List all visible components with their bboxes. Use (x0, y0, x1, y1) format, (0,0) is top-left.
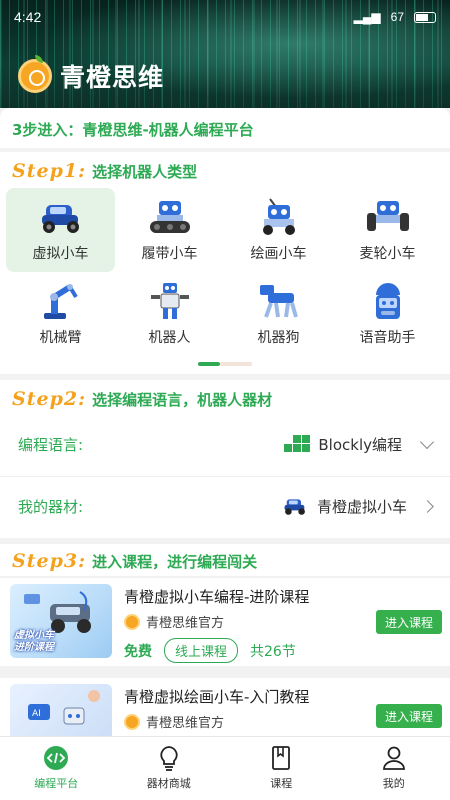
course-meta: 免费 线上课程 共26节 (124, 638, 296, 663)
course-card[interactable]: 虚拟小车 进阶课程 青橙虚拟小车编程-进阶课程 青橙思维官方 免费 线上课程 共… (0, 578, 450, 666)
tab-label: 器材商城 (146, 777, 191, 790)
robot-type-label: 语音助手 (359, 330, 416, 346)
author-name: 青橙思维官方 (146, 616, 225, 631)
course-lessons: 共26节 (250, 643, 296, 660)
step2-section: Step2: 选择编程语言，机器人器材 编程语言: Blockly编程 我的器材… (0, 380, 450, 538)
brand: 青橙思维 (18, 55, 165, 94)
step3-desc: 进入课程，进行编程闯关 (92, 553, 258, 571)
robot-type-virtual-car[interactable]: 虚拟小车 (6, 188, 115, 272)
voice-assistant-icon (375, 283, 400, 319)
status-time: 4:42 (14, 9, 42, 25)
battery-level: 67 (390, 10, 404, 24)
step3-section: Step3: 进入课程，进行编程闯关 虚拟小车 进阶课程 青橙虚拟小车编程-进阶… (0, 544, 450, 766)
tab-label: 我的 (382, 777, 405, 790)
tab-label: 课程 (270, 777, 293, 790)
chevron-down-icon (419, 434, 435, 449)
lightbulb-icon (160, 746, 178, 771)
battery-icon (414, 11, 436, 23)
virtual-car-icon (284, 499, 305, 515)
robot-type-label: 麦轮小车 (359, 246, 416, 262)
step2-desc: 选择编程语言，机器人器材 (92, 391, 273, 409)
course-price: 免费 (124, 643, 152, 660)
virtual-car-icon (41, 205, 79, 233)
step3-tag: Step3: (12, 550, 87, 572)
tab-courses[interactable]: 课程 (225, 737, 338, 800)
page-indicator-active (198, 362, 220, 366)
robot-icon (150, 283, 189, 319)
drawing-car-icon (262, 198, 295, 235)
author-name: 青橙思维官方 (146, 716, 225, 731)
enter-course-button[interactable]: 进入课程 (376, 704, 442, 728)
tab-label: 编程平台 (34, 777, 79, 790)
tab-programming-platform[interactable]: 编程平台 (0, 737, 113, 800)
robot-type-robot[interactable]: 机器人 (115, 272, 224, 356)
course-author: 青橙思维官方 (124, 612, 224, 631)
device-label: 我的器材: (18, 497, 84, 516)
svg-text:AI: AI (32, 709, 41, 719)
robot-type-label: 机器人 (148, 330, 191, 346)
robot-type-label: 绘画小车 (250, 246, 307, 262)
robot-type-drawing-car[interactable]: 绘画小车 (224, 188, 333, 272)
mecanum-car-icon (366, 201, 409, 231)
robot-type-label: 机器狗 (257, 330, 300, 346)
intro-text: 3步进入：青橙思维-机器人编程平台 (12, 121, 254, 139)
step2-tag: Step2: (12, 388, 87, 410)
chevron-right-icon (421, 499, 434, 513)
course-author: 青橙思维官方 (124, 712, 224, 731)
step1-title: Step1: 选择机器人类型 (12, 160, 197, 182)
step1-desc: 选择机器人类型 (92, 163, 198, 181)
robot-type-label: 机械臂 (39, 330, 82, 346)
device-value: 青橙虚拟小车 (316, 497, 407, 516)
robot-type-label: 虚拟小车 (32, 246, 89, 262)
page-indicator-inactive (220, 362, 252, 366)
robot-arm-icon (43, 284, 78, 319)
step1-section: Step1: 选择机器人类型 虚拟小车 履带小车 绘画小车 麦轮小车 机械臂 机… (0, 152, 450, 374)
status-bar: 4:42 ▂▄▆ 67 (0, 0, 450, 34)
author-logo-icon (124, 613, 140, 630)
language-value: Blockly编程 (318, 435, 402, 454)
language-label: 编程语言: (18, 435, 84, 454)
device-selector[interactable]: 我的器材: 青橙虚拟小车 (0, 476, 450, 536)
course-title: 青橙虚拟小车编程-进阶课程 (124, 588, 310, 606)
robot-type-label: 履带小车 (141, 246, 198, 262)
intro-bar: 3步进入：青橙思维-机器人编程平台 (0, 108, 450, 148)
bottom-tab-bar: 编程平台 器材商城 课程 我的 (0, 736, 450, 800)
course-title: 青橙虚拟绘画小车-入门教程 (124, 688, 310, 706)
brand-name: 青橙思维 (60, 63, 165, 92)
tab-me[interactable]: 我的 (338, 737, 450, 800)
robot-type-robot-dog[interactable]: 机器狗 (224, 272, 333, 356)
robot-type-grid: 虚拟小车 履带小车 绘画小车 麦轮小车 机械臂 机器人 机器狗 语音助手 (6, 188, 446, 356)
step3-title: Step3: 进入课程，进行编程闯关 (12, 550, 257, 572)
user-icon (382, 746, 405, 770)
step2-title: Step2: 选择编程语言，机器人器材 (12, 388, 272, 410)
robot-type-tracked-car[interactable]: 履带小车 (115, 188, 224, 272)
tracked-car-icon (149, 201, 190, 233)
enter-course-button[interactable]: 进入课程 (376, 610, 442, 634)
course-type-badge: 线上课程 (164, 638, 239, 663)
author-logo-icon (124, 713, 140, 730)
robot-type-voice-assistant[interactable]: 语音助手 (333, 272, 442, 356)
tab-equipment-store[interactable]: 器材商城 (113, 737, 226, 800)
orange-logo-icon (18, 55, 52, 93)
signal-icon: ▂▄▆ (353, 10, 381, 24)
course-thumbnail: 虚拟小车 进阶课程 (10, 584, 112, 658)
book-icon (272, 746, 291, 770)
page-indicator (198, 362, 252, 366)
robot-dog-icon (259, 285, 298, 318)
code-icon (44, 746, 69, 770)
language-selector[interactable]: 编程语言: Blockly编程 (0, 414, 450, 474)
robot-type-robot-arm[interactable]: 机械臂 (6, 272, 115, 356)
thumbnail-text: 虚拟小车 进阶课程 (14, 630, 54, 653)
robot-type-mecanum-car[interactable]: 麦轮小车 (333, 188, 442, 272)
step1-tag: Step1: (12, 160, 87, 182)
blockly-icon (284, 435, 311, 452)
app-header: 4:42 ▂▄▆ 67 青橙思维 (0, 0, 450, 108)
